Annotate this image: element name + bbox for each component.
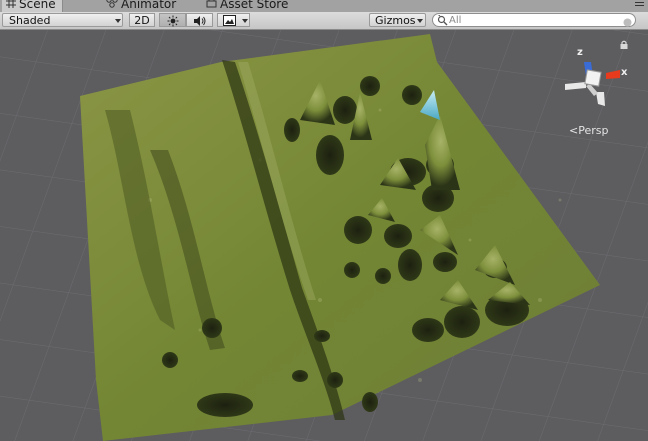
search-icon [437, 14, 448, 29]
audio-toggle[interactable] [186, 13, 213, 27]
effects-dropdown[interactable] [217, 13, 250, 27]
gizmos-dropdown[interactable]: Gizmos [369, 13, 426, 27]
scene-canvas[interactable] [0, 30, 648, 441]
draw-mode-label: Shaded [9, 14, 51, 27]
scene-viewport[interactable]: z x <Persp [0, 30, 648, 441]
2d-mode-label: 2D [134, 14, 150, 27]
lock-icon[interactable] [620, 38, 628, 52]
image-icon [223, 15, 236, 30]
chevron-down-icon [417, 19, 423, 23]
tab-scene-label: Scene [19, 0, 56, 11]
scene-toolbar: Shaded 2D Gizmos [0, 12, 648, 30]
projection-label: Persp [578, 124, 609, 137]
gizmo-x-label: x [621, 67, 628, 78]
gizmos-label: Gizmos [375, 14, 416, 27]
speaker-icon [193, 15, 207, 31]
gizmo-z-label: z [577, 47, 583, 58]
tab-scene[interactable]: Scene [2, 0, 63, 12]
animator-icon [106, 0, 118, 12]
lighting-toggle[interactable] [159, 13, 186, 27]
sun-icon [167, 15, 179, 31]
persp-icon: < [569, 124, 579, 137]
tab-animator[interactable]: Animator [102, 0, 182, 12]
tab-animator-label: Animator [121, 0, 177, 11]
draw-mode-dropdown[interactable]: Shaded [2, 13, 123, 27]
clear-search-icon[interactable] [623, 16, 632, 30]
projection-toggle[interactable]: <Persp [569, 124, 608, 137]
tab-asset-store[interactable]: Asset Store [202, 0, 294, 12]
2d-mode-toggle[interactable]: 2D [129, 13, 155, 27]
chevron-down-icon [242, 19, 248, 23]
search-field[interactable] [432, 13, 636, 27]
grid-icon [6, 0, 16, 12]
tab-menu-icon[interactable] [635, 2, 644, 9]
chevron-down-icon [115, 19, 121, 23]
search-input[interactable] [449, 14, 619, 26]
tab-asset-store-label: Asset Store [220, 0, 289, 11]
asset-store-icon [206, 0, 217, 12]
